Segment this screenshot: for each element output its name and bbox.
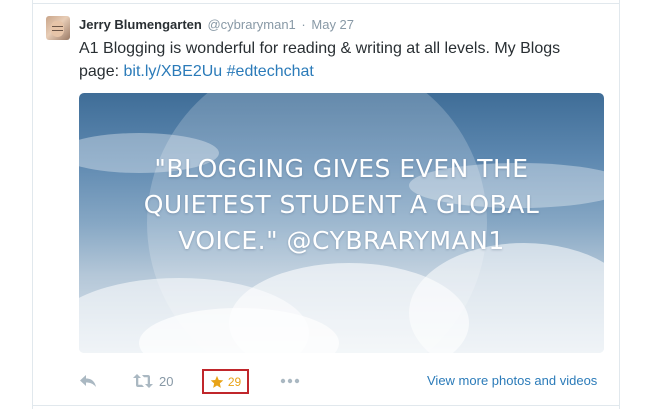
quote-line-2: QUIETEST STUDENT A GLOBAL: [143, 190, 540, 219]
tweet-hashtag[interactable]: #edtechchat: [227, 63, 314, 80]
author-name[interactable]: Jerry Blumengarten: [79, 17, 202, 32]
tweet-text-prefix: page:: [79, 63, 124, 80]
more-button[interactable]: [280, 363, 300, 399]
tweet-link[interactable]: bit.ly/XBE2Uu: [123, 63, 222, 80]
retweet-icon: [133, 374, 153, 388]
separator-dot: ·: [301, 17, 306, 32]
divider-top: [32, 3, 620, 4]
view-more-link[interactable]: View more photos and videos: [427, 373, 597, 388]
avatar-glasses: [52, 26, 63, 31]
divider-bottom: [32, 405, 620, 406]
avatar[interactable]: [46, 16, 70, 40]
favorite-button[interactable]: 29: [202, 369, 249, 394]
tweet-time[interactable]: May 27: [311, 17, 354, 32]
tweet-actions: 20 29 View more photos and videos: [0, 363, 650, 399]
quote-line-3: VOICE." @CYBRARYMAN1: [178, 226, 505, 255]
media-quote: "BLOGGING GIVES EVEN THE QUIETEST STUDEN…: [79, 151, 604, 259]
tweet-text-line1: A1 Blogging is wonderful for reading & w…: [79, 40, 561, 57]
tweet-header: Jerry Blumengarten @cybraryman1 · May 27: [79, 17, 354, 33]
reply-icon: [80, 375, 96, 387]
reply-button[interactable]: [79, 363, 97, 399]
star-icon: [210, 375, 224, 388]
more-icon: [280, 378, 300, 384]
quote-line-1: "BLOGGING GIVES EVEN THE: [154, 154, 529, 183]
tweet-media-image[interactable]: "BLOGGING GIVES EVEN THE QUIETEST STUDEN…: [79, 93, 604, 353]
author-handle[interactable]: @cybraryman1: [207, 17, 295, 32]
favorite-count: 29: [227, 374, 242, 389]
tweet-text: A1 Blogging is wonderful for reading & w…: [79, 37, 599, 83]
retweet-count: 20: [159, 373, 174, 389]
retweet-button[interactable]: 20: [133, 363, 173, 399]
